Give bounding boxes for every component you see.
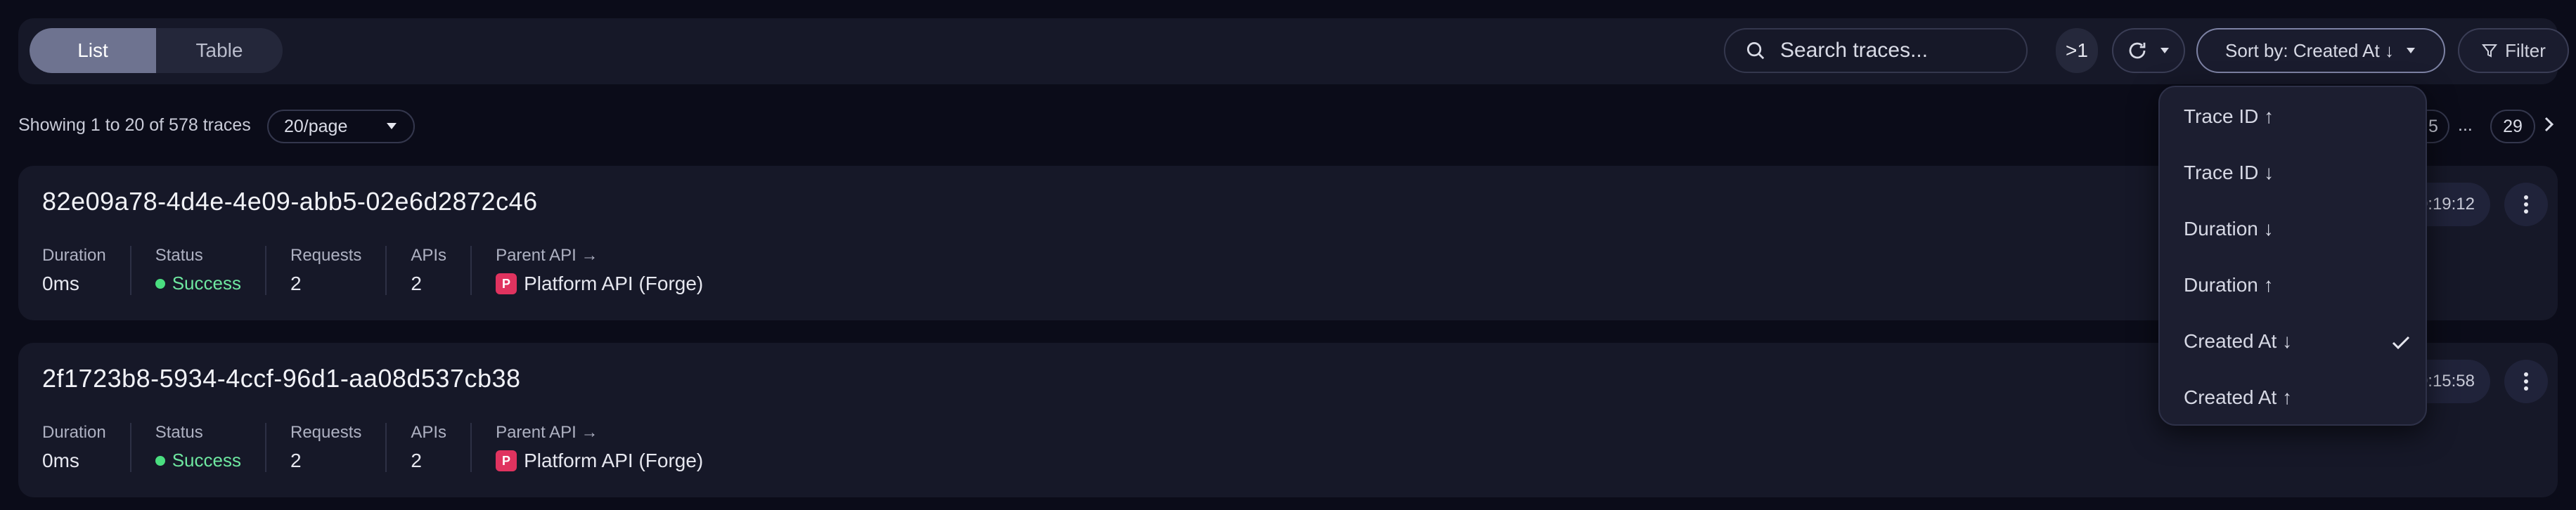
status-dot-icon [155,278,165,289]
status-metric: Status Success [155,246,266,295]
list-view-button[interactable]: List [30,28,156,73]
requests-value: 2 [290,273,302,294]
sort-label: Sort by: Created At ↓ [2225,39,2394,61]
requests-value: 2 [290,450,302,471]
per-page-select[interactable]: 20/page [267,110,415,143]
duration-metric: Duration 0ms [42,246,131,295]
parent-api-metric: Parent API → P Platform API (Forge) [496,246,727,295]
duration-value: 0ms [42,450,79,471]
refresh-button[interactable] [2112,28,2185,73]
sort-option-trace-id-asc[interactable]: Trace ID ↑ [2184,96,2416,138]
parent-api-value[interactable]: Platform API (Forge) [524,450,703,472]
refresh-icon [2129,42,2146,59]
kebab-menu-icon [2524,195,2528,214]
parent-api-metric: Parent API → P Platform API (Forge) [496,423,727,472]
view-toggle: List Table [30,28,283,73]
status-dot-icon [155,455,165,466]
requests-metric: Requests 2 [290,423,387,472]
min-requests-toggle-button[interactable]: >1 [2056,28,2098,73]
table-view-button[interactable]: Table [156,28,283,73]
search-icon [1747,42,1765,60]
trace-metrics: Duration 0ms Status Success Requests 2 A… [42,246,751,295]
apis-metric: APIs 2 [411,246,472,295]
sort-option-trace-id-desc[interactable]: Trace ID ↓ [2184,152,2416,194]
chevron-right-icon[interactable] [2542,114,2556,135]
apis-label: APIs [411,423,447,442]
requests-label: Requests [290,423,362,442]
sort-option-created-at-asc[interactable]: Created At ↑ [2184,377,2416,419]
duration-label: Duration [42,246,106,265]
more-options-button[interactable] [2504,360,2548,403]
trace-id[interactable]: 2f1723b8-5934-4ccf-96d1-aa08d537cb38 [42,364,521,393]
api-badge-icon: P [496,450,517,471]
status-value: Success [172,450,241,471]
parent-api-label: Parent API → [496,423,598,442]
apis-value: 2 [411,450,422,471]
toolbar: List Table Search traces... >1 Sort by: … [18,18,2569,84]
trace-id[interactable]: 82e09a78-4d4e-4e09-abb5-02e6d2872c46 [42,187,538,216]
sort-option-created-at-desc[interactable]: Created At ↓ [2184,320,2416,362]
search-input[interactable]: Search traces... [1724,28,2028,73]
requests-metric: Requests 2 [290,246,387,295]
duration-value: 0ms [42,273,79,294]
trace-metrics: Duration 0ms Status Success Requests 2 A… [42,423,751,472]
per-page-value: 20/page [284,116,348,136]
status-label: Status [155,423,203,442]
pagination-ellipsis: ... [2458,115,2473,135]
requests-label: Requests [290,246,362,265]
results-summary: Showing 1 to 20 of 578 traces [18,115,251,135]
chevron-down-icon [2160,48,2169,53]
filter-label: Filter [2505,39,2546,61]
parent-api-value[interactable]: Platform API (Forge) [524,273,703,295]
apis-value: 2 [411,273,422,294]
pagination-last-page-button[interactable]: 29 [2490,110,2535,143]
duration-metric: Duration 0ms [42,423,131,472]
checkmark-icon [2392,336,2410,350]
filter-button[interactable]: Filter [2458,28,2569,73]
sort-option-duration-desc[interactable]: Duration ↓ [2184,208,2416,250]
api-badge-icon: P [496,273,517,294]
sort-button[interactable]: Sort by: Created At ↓ [2196,28,2445,73]
duration-label: Duration [42,423,106,442]
sort-dropdown-menu: Trace ID ↑ Trace ID ↓ Duration ↓ Duratio… [2158,86,2427,426]
search-placeholder: Search traces... [1780,39,1928,62]
chevron-down-icon [2406,48,2415,53]
parent-api-label: Parent API → [496,246,598,265]
status-metric: Status Success [155,423,266,472]
filter-icon [2482,44,2498,58]
apis-label: APIs [411,246,447,265]
apis-metric: APIs 2 [411,423,472,472]
kebab-menu-icon [2524,372,2528,391]
status-value: Success [172,273,241,294]
sort-option-duration-asc[interactable]: Duration ↑ [2184,264,2416,306]
chevron-down-icon [387,123,397,129]
status-label: Status [155,246,203,265]
more-options-button[interactable] [2504,183,2548,226]
